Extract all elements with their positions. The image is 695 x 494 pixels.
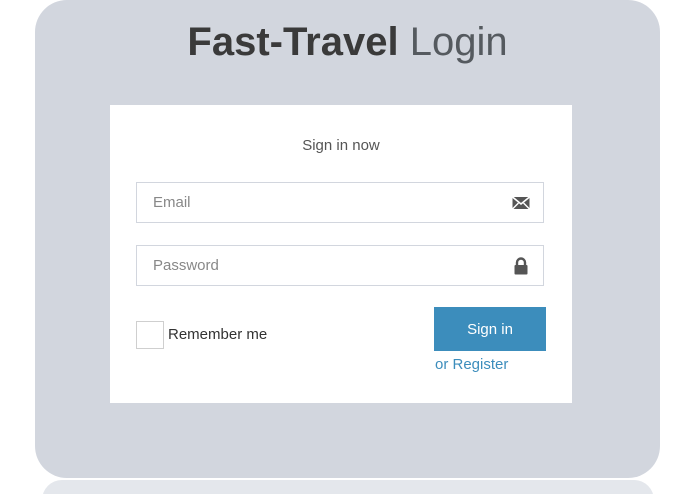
register-link[interactable]: or Register <box>435 356 508 373</box>
login-box: Sign in now Email Remember me Sign in or… <box>110 105 572 403</box>
logo-suffix: Login <box>398 20 508 64</box>
page: Fast-Travel Login Sign in now Email Reme… <box>0 0 695 494</box>
bottom-strip <box>42 480 654 494</box>
remember-me-label: Remember me <box>168 326 268 343</box>
logo-brand: Fast-Travel <box>187 20 399 64</box>
login-box-message: Sign in now <box>302 137 380 154</box>
password-field <box>136 245 544 286</box>
remember-me-checkbox[interactable] <box>136 321 164 349</box>
login-panel: Fast-Travel Login Sign in now Email Reme… <box>35 0 660 478</box>
login-logo: Fast-Travel Login <box>35 18 660 66</box>
sign-in-button[interactable]: Sign in <box>434 307 546 351</box>
email-field <box>136 182 544 223</box>
envelope-icon <box>511 193 531 213</box>
password-input[interactable] <box>137 246 507 285</box>
lock-icon <box>511 256 531 276</box>
email-input[interactable] <box>137 183 507 222</box>
